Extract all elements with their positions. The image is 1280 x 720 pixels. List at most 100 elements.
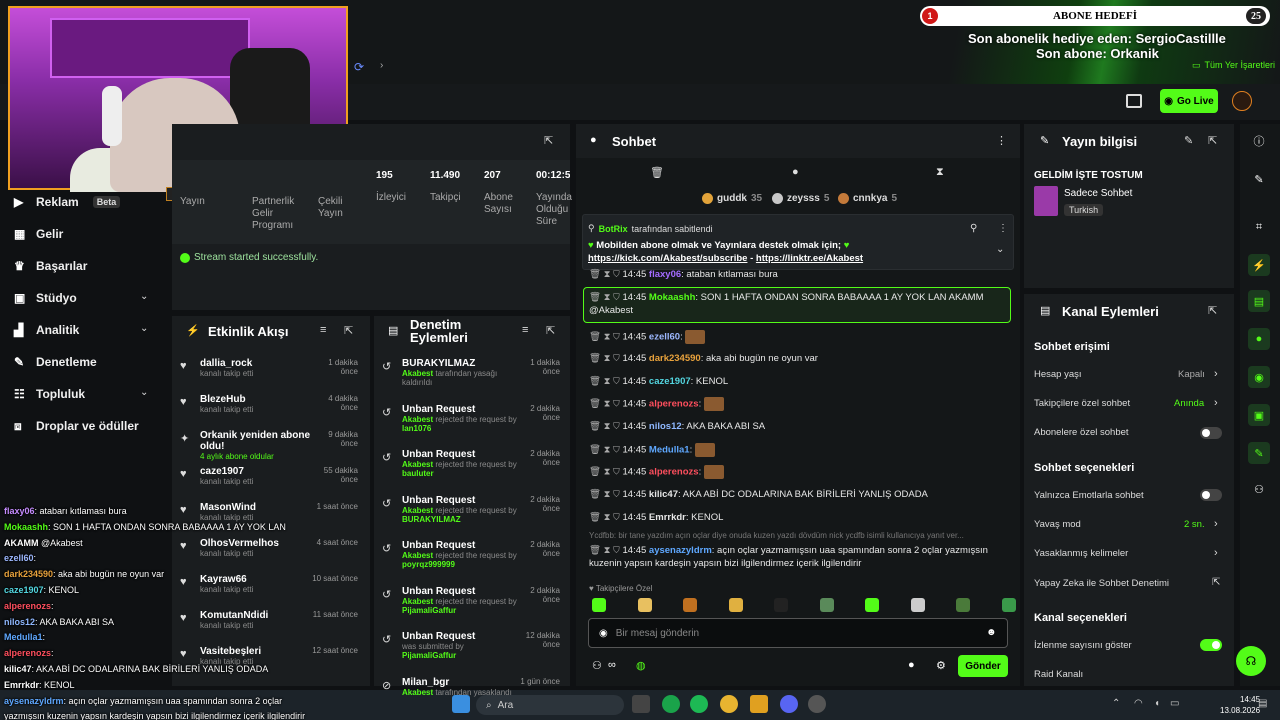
timeout-icon[interactable]: ⧗ [604,467,613,478]
slow-mode-value[interactable]: 2 sn. [1184,519,1205,530]
delete-icon[interactable]: 🗑 [589,545,601,556]
message-user[interactable]: nilos12 [649,421,682,432]
moderator-name[interactable]: Akabest [402,597,433,606]
list-item-title[interactable]: Orkanik yeniden abone oldu! [200,430,316,452]
document-icon[interactable]: ▤ [1248,290,1270,312]
timeout-icon[interactable]: ⧗ [604,545,611,556]
ai-moderation-label[interactable]: Yapay Zeka ile Sohbet Denetimi [1034,578,1169,589]
target-user[interactable]: BURAKYILMAZ [402,515,461,524]
wrench-icon[interactable]: ✎ [1248,442,1270,464]
list-item-title[interactable]: Unban Request [402,540,518,551]
timeout-icon[interactable]: ⧗ [604,353,613,364]
moderator-name[interactable]: Akabest [402,551,433,560]
users-icon[interactable]: ⚇ [592,659,602,672]
expand-icon[interactable]: ⇱ [1208,304,1217,317]
clock[interactable]: 14:45 13.08.2026 [1220,694,1260,716]
delete-icon[interactable]: 🗑 [589,489,604,500]
chevron-down-icon[interactable]: ⌄ [140,323,148,334]
message-user[interactable]: kilic47 [649,489,678,500]
message-user[interactable]: Mokaashh [649,292,695,303]
emote-icon[interactable] [910,598,925,612]
sidebar-item-denetleme[interactable]: ✎ Denetleme [14,355,97,369]
sidebar-item-reklam[interactable]: ▶ Reklam Beta [14,195,121,209]
subs-chat-toggle[interactable] [1200,427,1222,439]
delete-icon[interactable]: 🗑 [589,445,604,456]
bolt-icon[interactable]: ⚡ [1248,254,1270,276]
message-user[interactable]: Medulla1 [649,445,690,456]
message-user[interactable]: alperenozs [649,467,699,478]
start-icon[interactable] [452,695,470,713]
support-headset-icon[interactable]: ☊ [1236,646,1266,676]
delete-icon[interactable]: 🗑 [589,467,604,478]
list-item-title[interactable]: caze1907 [200,466,316,477]
chevron-right-icon[interactable]: › [380,60,392,74]
list-item-title[interactable]: BURAKYILMAZ [402,358,518,369]
timeout-icon[interactable]: ⧗ [604,376,613,387]
target-user[interactable]: poyrqz999999 [402,560,455,569]
avatar[interactable] [1232,91,1252,111]
account-age-value[interactable]: Kapalı [1178,369,1205,380]
message-user[interactable]: dark234590 [649,353,701,364]
extension-icon[interactable]: ⟳ [354,60,372,74]
banned-words-label[interactable]: Yasaklanmış kelimeler [1034,548,1128,559]
go-live-button[interactable]: ◉ Go Live [1160,89,1218,113]
list-item-title[interactable]: Milan_bgr [402,677,518,688]
timeout-icon[interactable]: ⧗ [604,332,613,343]
list-item-title[interactable]: Unban Request [402,631,518,642]
chevron-right-icon[interactable]: › [1214,397,1218,409]
kick-icon[interactable]: ◍ [636,659,646,672]
channel-icon[interactable]: ▣ [1248,404,1270,426]
delete-icon[interactable]: 🗑 [589,512,604,523]
chat-input[interactable]: ◉ Bir mesaj gönderin [588,618,1008,648]
expand-icon[interactable]: ⇱ [544,134,553,147]
timeout-icon[interactable]: ⧗ [604,399,613,410]
timeout-icon[interactable]: ⧗ [604,445,613,456]
timeout-icon[interactable]: ⧗ [604,292,613,303]
leaderboard-entry[interactable]: zeysss 5 [772,193,829,204]
moderator-name[interactable]: Akabest [402,415,433,424]
more-icon[interactable]: ⋮ [998,223,1008,234]
link-icon[interactable]: ∞ [608,659,616,671]
chevron-right-icon[interactable]: › [1214,547,1218,559]
obs-icon[interactable] [808,695,826,713]
timeout-icon[interactable]: ⧗ [604,269,613,280]
pencil-icon[interactable]: ✎ [1248,168,1270,190]
moderator-name[interactable]: Akabest [402,460,433,469]
message-user[interactable]: alperenozs [649,399,699,410]
moderator-name[interactable]: Akabest [402,688,433,697]
emote-icon[interactable] [774,598,788,612]
send-button[interactable]: Gönder [958,655,1008,677]
info-icon[interactable]: ⓘ [1248,130,1270,152]
spotify-icon[interactable] [690,695,708,713]
delete-icon[interactable]: 🗑 [589,399,604,410]
screen-icon[interactable] [1126,94,1142,108]
raid-label[interactable]: Raid Kanalı [1034,669,1083,680]
timeout-icon[interactable]: ⧗ [604,512,613,523]
emote-icon[interactable] [637,598,652,612]
sidebar-item-topluluk[interactable]: ☷ Topluluk [14,387,85,401]
sidebar-item-droplar[interactable]: ⧈ Droplar ve ödüller [14,419,139,433]
emote-icon[interactable] [683,598,697,612]
target-user[interactable]: bauluter [402,469,434,478]
chevron-right-icon[interactable]: › [1214,518,1218,530]
users-icon[interactable]: ⚇ [1248,478,1270,500]
sidebar-item-gelir[interactable]: ▦ Gelir [14,227,63,241]
list-item-title[interactable]: BlezeHub [200,394,316,405]
chevron-down-icon[interactable]: ⌄ [140,387,148,398]
list-item-title[interactable]: Unban Request [402,586,518,597]
list-item-title[interactable]: dallia_rock [200,358,316,369]
battery-icon[interactable]: ▭ [1170,698,1179,709]
delete-icon[interactable]: 🗑 [589,292,604,303]
expand-icon[interactable]: ⇱ [344,324,353,337]
show-viewers-toggle[interactable] [1200,639,1222,651]
trash-icon[interactable]: 🗑 [650,166,664,179]
edit-icon[interactable]: ✎ [1184,134,1193,147]
list-item-title[interactable]: Vasitebeşleri [200,646,316,657]
subscribe-link[interactable]: https://kick.com/Akabest/subscribe [588,253,747,264]
linktree-link[interactable]: https://linktr.ee/Akabest [756,253,863,264]
delete-icon[interactable]: 🗑 [589,421,604,432]
emotes-only-toggle[interactable] [1200,489,1222,501]
crop-icon[interactable]: ⌗ [1248,216,1270,238]
followers-chat-value[interactable]: Anında [1174,398,1204,409]
category-name[interactable]: Sadece Sohbet [1064,188,1132,199]
